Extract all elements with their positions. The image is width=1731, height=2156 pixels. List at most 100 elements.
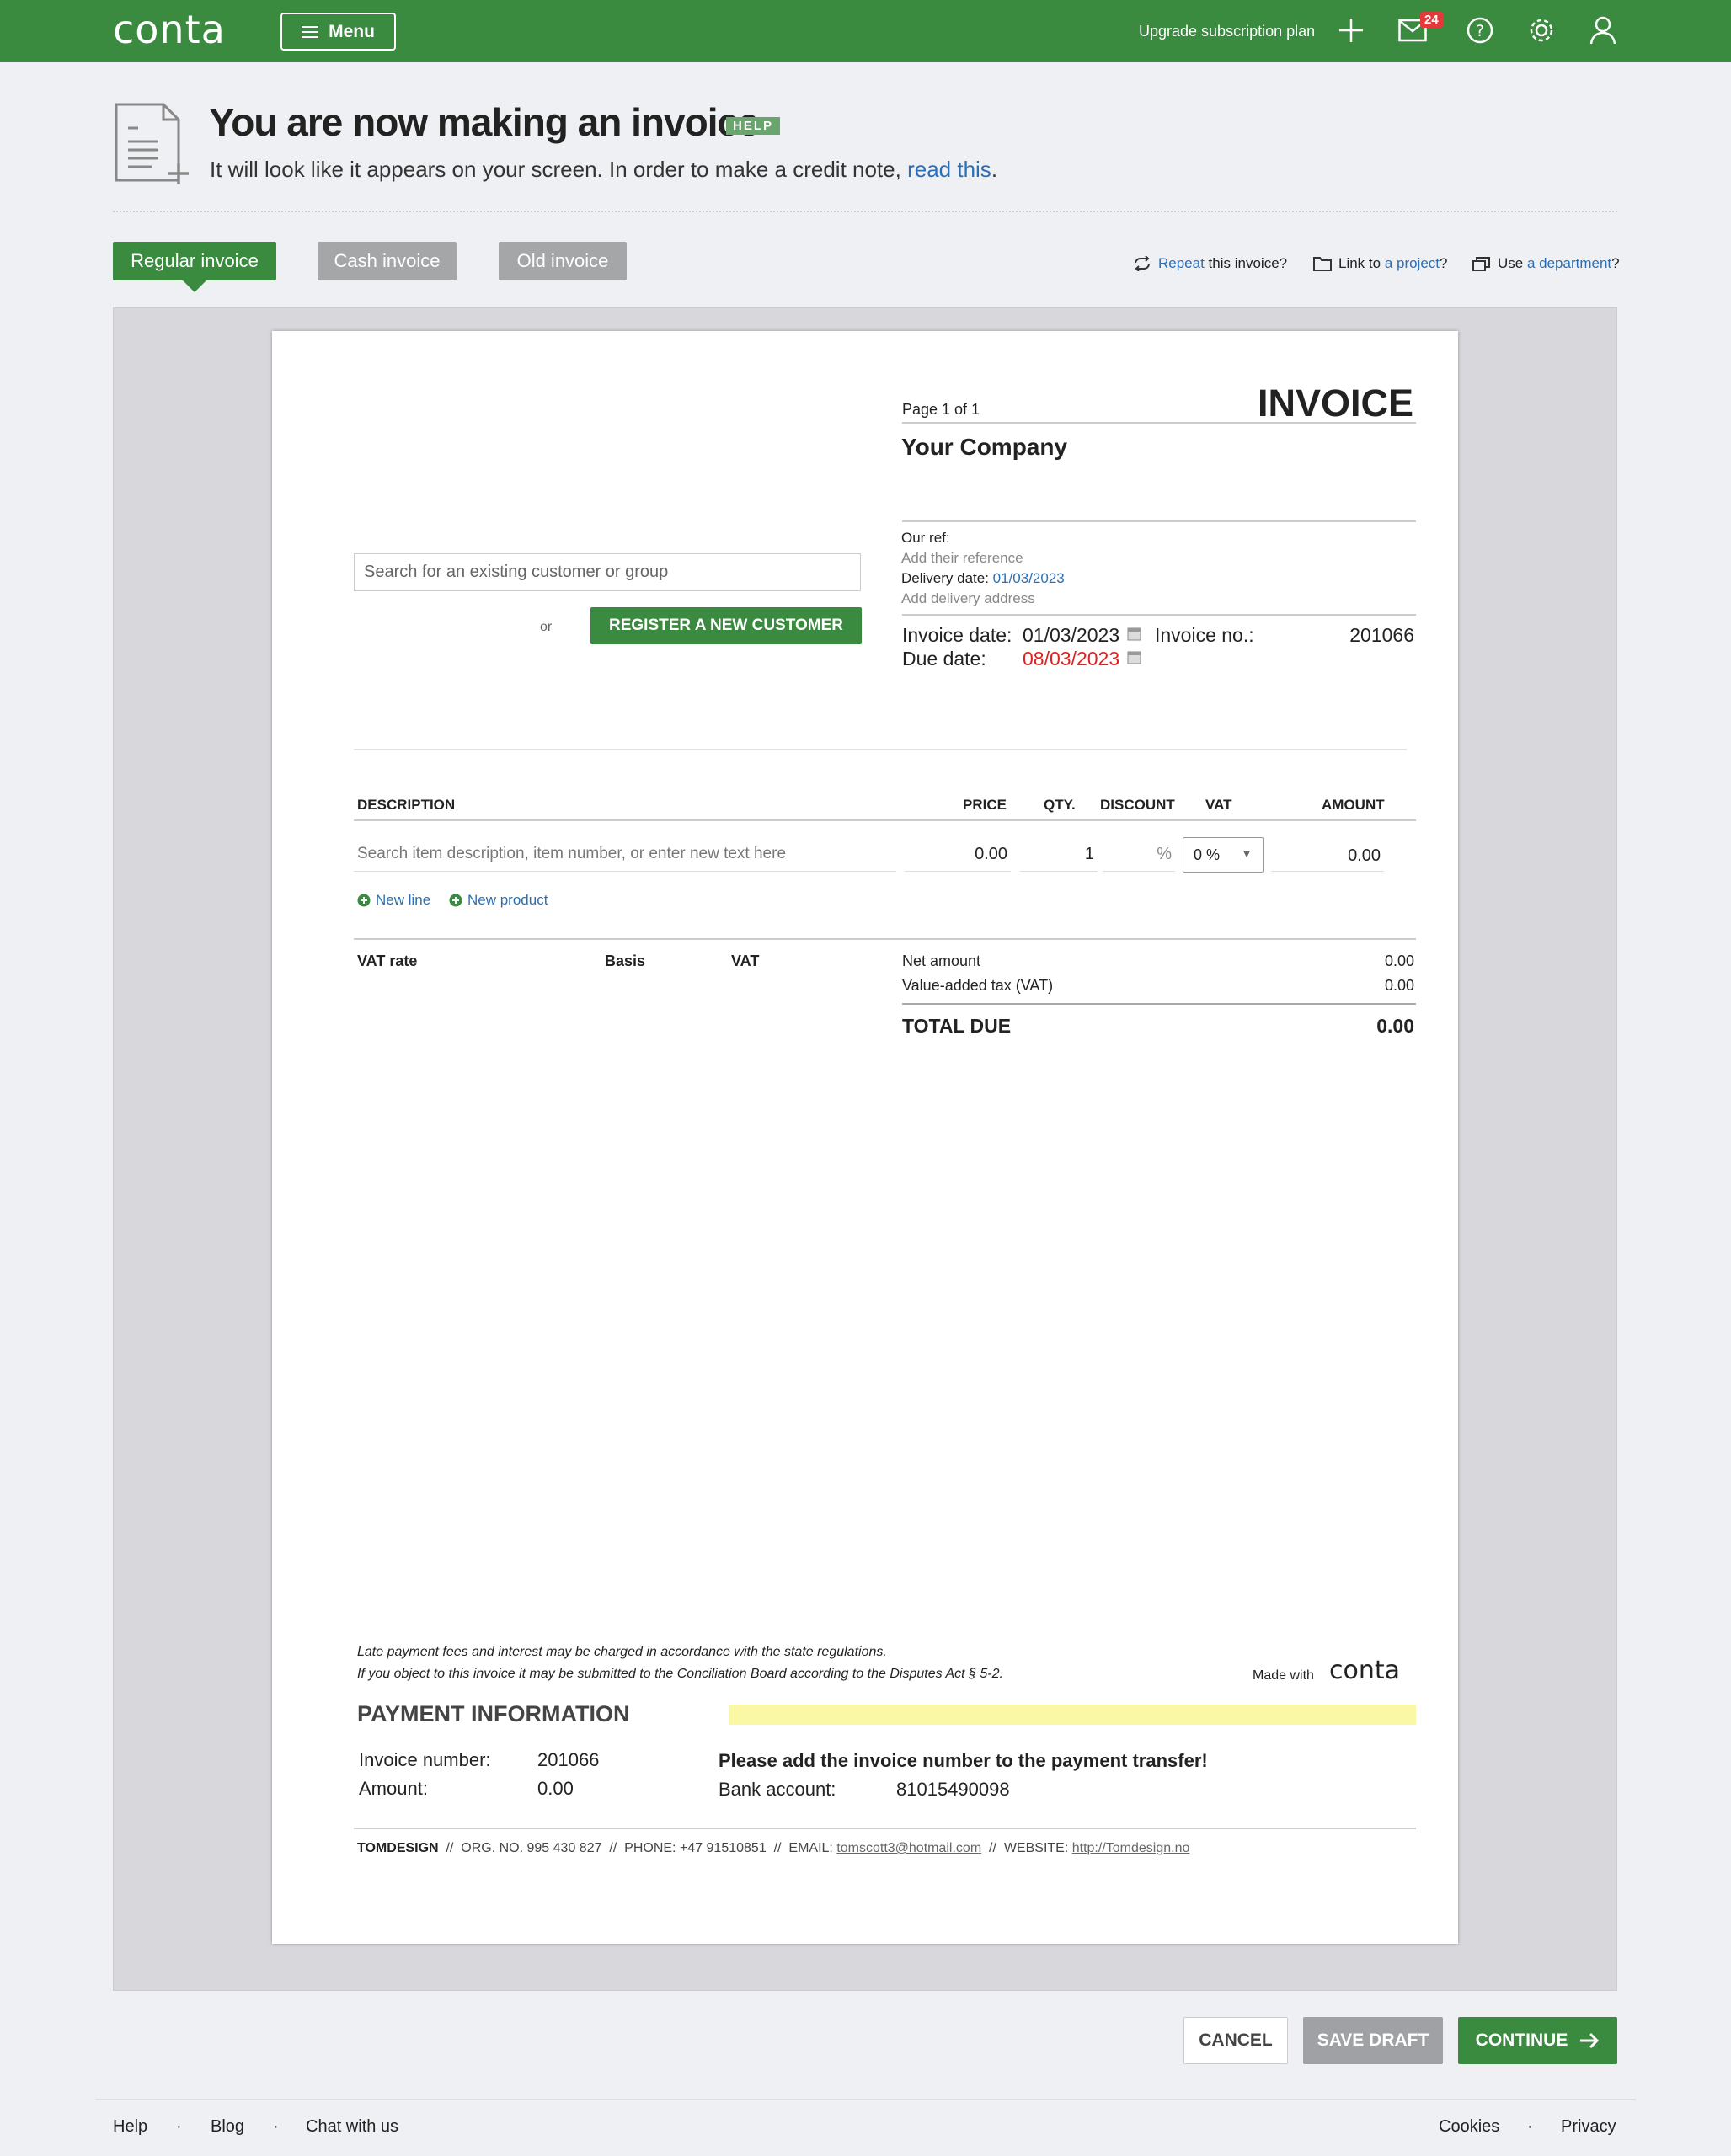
add-their-reference-link[interactable]: Add their reference bbox=[901, 550, 1023, 567]
arrow-right-icon bbox=[1580, 2032, 1600, 2049]
tab-cash-invoice[interactable]: Cash invoice bbox=[318, 242, 457, 280]
help-icon[interactable]: ? bbox=[1467, 17, 1493, 44]
new-invoice-document-icon bbox=[113, 101, 190, 185]
department-suffix: ? bbox=[1611, 255, 1620, 271]
help-tag[interactable]: HELP bbox=[726, 117, 781, 135]
invoice-date-value[interactable]: 01/03/2023 bbox=[1023, 624, 1119, 647]
svg-text:?: ? bbox=[1476, 22, 1484, 40]
continue-label: CONTINUE bbox=[1475, 2031, 1568, 2050]
folder-icon bbox=[1313, 257, 1332, 271]
qty-input[interactable]: 1 bbox=[1020, 836, 1098, 872]
save-draft-button[interactable]: SAVE DRAFT bbox=[1303, 2017, 1443, 2064]
item-description-input[interactable]: Search item description, item number, or… bbox=[354, 836, 896, 872]
footer-company-name: TOMDESIGN bbox=[357, 1841, 439, 1855]
vat-header: VAT bbox=[731, 953, 760, 969]
repeat-text: this invoice? bbox=[1204, 255, 1288, 271]
menu-button[interactable]: Menu bbox=[280, 13, 396, 51]
footer-privacy-link[interactable]: Privacy bbox=[1561, 2117, 1616, 2137]
register-customer-button[interactable]: REGISTER A NEW CUSTOMER bbox=[590, 607, 862, 644]
tab-regular-invoice[interactable]: Regular invoice bbox=[113, 242, 276, 292]
add-circle-icon bbox=[449, 894, 462, 907]
vat-select[interactable]: 0 % ▼ bbox=[1183, 837, 1264, 873]
footer-blog-link[interactable]: Blog bbox=[211, 2117, 244, 2137]
footer-separator: · bbox=[273, 2117, 279, 2136]
subtitle-suffix: . bbox=[991, 157, 998, 182]
new-product-button[interactable]: New product bbox=[449, 892, 548, 909]
mail-count-badge: 24 bbox=[1420, 12, 1443, 28]
new-line-button[interactable]: New line bbox=[357, 892, 430, 909]
repeat-invoice-option[interactable]: Repeat this invoice? bbox=[1133, 255, 1287, 272]
customer-search-input[interactable]: Search for an existing customer or group bbox=[354, 553, 861, 591]
column-price: PRICE bbox=[963, 797, 1007, 813]
conta-logo[interactable]: conta bbox=[113, 7, 226, 52]
ref-rule bbox=[902, 614, 1416, 616]
footer-help-link[interactable]: Help bbox=[113, 2117, 147, 2137]
company-footer: TOMDESIGN // ORG. NO. 995 430 827 // PHO… bbox=[357, 1841, 1189, 1856]
payment-notice: Please add the invoice number to the pay… bbox=[719, 1750, 1208, 1771]
footer-email[interactable]: tomscott3@hotmail.com bbox=[836, 1841, 981, 1855]
footer-chat-link[interactable]: Chat with us bbox=[306, 2117, 398, 2137]
footer-website[interactable]: http://Tomdesign.no bbox=[1072, 1841, 1190, 1855]
footer-rule bbox=[354, 1828, 1416, 1829]
legal-late-fees: Late payment fees and interest may be ch… bbox=[357, 1645, 887, 1659]
repeat-link[interactable]: Repeat bbox=[1158, 255, 1205, 271]
chevron-down-icon: ▼ bbox=[1241, 846, 1253, 860]
pay-invoice-number-value: 201066 bbox=[537, 1749, 600, 1770]
project-suffix: ? bbox=[1440, 255, 1448, 271]
add-circle-icon bbox=[357, 894, 371, 907]
plus-icon[interactable] bbox=[1338, 17, 1365, 44]
our-ref-label: Our ref: bbox=[901, 530, 950, 546]
add-delivery-address-link[interactable]: Add delivery address bbox=[901, 590, 1035, 607]
read-this-link[interactable]: read this bbox=[907, 157, 991, 182]
pay-amount-value: 0.00 bbox=[537, 1778, 574, 1799]
vat-rate-header: VAT rate bbox=[357, 953, 418, 969]
calendar-icon[interactable] bbox=[1127, 650, 1141, 664]
upgrade-plan-link[interactable]: Upgrade subscription plan bbox=[1139, 23, 1315, 40]
header-divider bbox=[113, 211, 1617, 212]
or-label: or bbox=[540, 620, 553, 634]
conta-logo-small: conta bbox=[1329, 1656, 1401, 1685]
basis-header: Basis bbox=[605, 953, 646, 969]
price-input[interactable]: 0.00 bbox=[905, 836, 1011, 872]
column-vat: VAT bbox=[1205, 797, 1232, 813]
vat-amount-value: 0.00 bbox=[1384, 977, 1414, 994]
heading-rule bbox=[902, 422, 1416, 424]
tab-old-invoice[interactable]: Old invoice bbox=[499, 242, 627, 280]
footer-cookies-link[interactable]: Cookies bbox=[1439, 2117, 1499, 2137]
department-link[interactable]: a department bbox=[1527, 255, 1611, 271]
project-link[interactable]: a project bbox=[1385, 255, 1440, 271]
gear-icon[interactable] bbox=[1528, 17, 1555, 44]
company-name[interactable]: Your Company bbox=[901, 434, 1067, 461]
invoice-no-value[interactable]: 201066 bbox=[1330, 624, 1414, 647]
company-rule bbox=[902, 520, 1416, 522]
continue-button[interactable]: CONTINUE bbox=[1458, 2017, 1617, 2064]
user-icon[interactable] bbox=[1589, 15, 1616, 45]
link-project-option[interactable]: Link to a project? bbox=[1313, 255, 1447, 272]
column-discount: DISCOUNT bbox=[1100, 797, 1175, 813]
new-line-label: New line bbox=[376, 892, 431, 908]
invoice-date-label: Invoice date: bbox=[902, 624, 1012, 646]
menu-label: Menu bbox=[329, 21, 375, 41]
made-with-label: Made with bbox=[1253, 1668, 1314, 1683]
discount-input[interactable]: % bbox=[1103, 836, 1175, 872]
cancel-button[interactable]: CANCEL bbox=[1183, 2017, 1288, 2064]
repeat-icon bbox=[1135, 256, 1150, 271]
department-icon bbox=[1472, 257, 1490, 271]
delivery-date-value[interactable]: 01/03/2023 bbox=[993, 570, 1065, 586]
delivery-date-label: Delivery date: bbox=[901, 570, 989, 586]
use-department-option[interactable]: Use a department? bbox=[1472, 255, 1620, 272]
subtitle-text: It will look like it appears on your scr… bbox=[210, 157, 908, 182]
due-date-label: Due date: bbox=[902, 648, 986, 670]
total-due-value: 0.00 bbox=[1376, 1015, 1414, 1037]
vat-amount-label: Value-added tax (VAT) bbox=[902, 977, 1054, 994]
footer-separator: · bbox=[176, 2117, 182, 2136]
calendar-icon[interactable] bbox=[1127, 627, 1141, 641]
hamburger-icon bbox=[302, 25, 319, 38]
column-description: DESCRIPTION bbox=[357, 797, 456, 813]
amount-value: 0.00 bbox=[1271, 836, 1384, 872]
page-subtitle: It will look like it appears on your scr… bbox=[210, 157, 997, 183]
payment-heading: PAYMENT INFORMATION bbox=[357, 1701, 630, 1726]
new-product-label: New product bbox=[467, 892, 548, 908]
section-rule bbox=[354, 749, 1407, 750]
due-date-value[interactable]: 08/03/2023 bbox=[1023, 648, 1119, 670]
